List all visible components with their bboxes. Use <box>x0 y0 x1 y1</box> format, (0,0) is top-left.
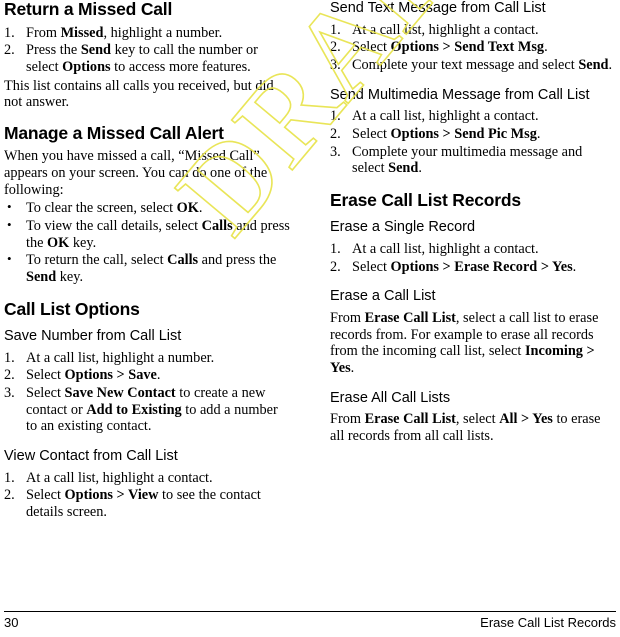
list-item: 2. Select Options > Save. <box>4 367 292 384</box>
list-item: 1. At a call list, highlight a number. <box>4 350 292 367</box>
step-number: 1. <box>330 108 341 125</box>
subheading-erase-a-single-record: Erase a Single Record <box>330 219 476 236</box>
steps-view-contact: 1. At a call list, highlight a contact. 2… <box>4 470 292 521</box>
paragraph-missed-call-alert: When you have missed a call, “Missed Cal… <box>4 148 268 198</box>
list-item: • To view the call details, select Calls … <box>4 216 292 251</box>
step-text: Select Save New Contact to create a new … <box>26 385 278 435</box>
step-text: Select Options > View to see the contact… <box>26 487 261 520</box>
step-number: 1. <box>330 21 341 38</box>
step-number: 1. <box>4 24 15 41</box>
page-footer: 30 Erase Call List Records <box>0 611 620 637</box>
list-item: 2. Press the Send key to call the number … <box>4 42 292 75</box>
section-heading-manage-missed-call-alert: Manage a Missed Call Alert <box>4 122 224 143</box>
subheading-send-text-message-from-call-list: Send Text Message from Call List <box>330 0 546 16</box>
step-text: Complete your text message and select Se… <box>352 56 613 73</box>
manual-page: Return a Missed Call 1. From Missed, high… <box>0 0 620 637</box>
subheading-erase-all-call-lists: Erase All Call Lists <box>330 389 451 406</box>
section-heading-call-list-options: Call List Options <box>4 298 140 319</box>
list-item: 2. Select Options > View to see the conta… <box>4 487 292 520</box>
step-number: 2. <box>4 487 15 504</box>
list-item: 1. At a call list, highlight a contact. <box>4 470 292 487</box>
step-number: 1. <box>4 469 15 486</box>
list-item: 2. Select Options > Send Pic Msg. <box>330 126 618 143</box>
step-number: 3. <box>330 56 341 73</box>
steps-return-missed-call: 1. From Missed, highlight a number. 2. Pre… <box>4 25 292 76</box>
step-text: Complete your multimedia message and sel… <box>352 143 583 177</box>
list-item: 2. Select Options > Send Text Msg. <box>330 39 618 56</box>
subheading-save-number-from-call-list: Save Number from Call List <box>4 328 182 345</box>
subheading-view-contact-from-call-list: View Contact from Call List <box>4 447 178 464</box>
footer-divider <box>4 611 616 612</box>
right-column: Send Text Message from Call List 1. At a … <box>330 0 618 447</box>
bullet-icon: • <box>7 199 12 215</box>
step-number: 2. <box>4 42 15 59</box>
steps-save-number: 1. At a call list, highlight a number. 2.… <box>4 350 292 435</box>
list-item: 1. At a call list, highlight a contact. <box>330 241 618 258</box>
list-item: 1. At a call list, highlight a contact. <box>330 108 618 125</box>
step-text: Select Options > Send Text Msg. <box>352 39 548 56</box>
bullets-missed-call-options: • To clear the screen, select OK. • To vie… <box>4 199 292 285</box>
subheading-send-multimedia-message-from-call-list: Send Multimedia Message from Call List <box>330 86 590 103</box>
step-text: At a call list, highlight a contact. <box>352 241 539 258</box>
steps-send-text-message: 1. At a call list, highlight a contact. 2… <box>330 22 618 74</box>
list-item: • To return the call, select Calls and pr… <box>4 251 292 285</box>
step-number: 1. <box>330 241 341 258</box>
step-text: From Missed, highlight a number. <box>26 24 223 41</box>
step-text: At a call list, highlight a contact. <box>352 21 539 38</box>
bullet-icon: • <box>7 251 12 267</box>
list-item: 3. Complete your multimedia message and s… <box>330 144 618 177</box>
list-item: 1. At a call list, highlight a contact. <box>330 22 618 39</box>
paragraph-erase-a-call-list: From Erase Call List, select a call list… <box>330 310 599 376</box>
step-number: 1. <box>4 349 15 366</box>
bullet-text: To return the call, select Calls and pre… <box>26 252 277 285</box>
steps-erase-single-record: 1. At a call list, highlight a contact. 2… <box>330 241 618 275</box>
bullet-icon: • <box>7 216 12 232</box>
steps-send-multimedia-message: 1. At a call list, highlight a contact. 2… <box>330 108 618 177</box>
section-heading-erase-call-list-records: Erase Call List Records <box>330 189 521 210</box>
step-text: At a call list, highlight a contact. <box>352 108 539 125</box>
list-item: 1. From Missed, highlight a number. <box>4 25 292 42</box>
step-number: 3. <box>4 385 15 402</box>
paragraph-erase-all-call-lists: From Erase Call List, select All > Yes t… <box>330 411 601 444</box>
list-item: • To clear the screen, select OK. <box>4 199 292 217</box>
step-text: Select Options > Save. <box>26 367 161 384</box>
subheading-erase-a-call-list: Erase a Call List <box>330 288 436 305</box>
step-text: At a call list, highlight a number. <box>26 349 215 366</box>
bullet-text: To clear the screen, select OK. <box>26 200 203 217</box>
left-column: Return a Missed Call 1. From Missed, high… <box>4 0 292 523</box>
step-text: Select Options > Send Pic Msg. <box>352 125 541 142</box>
bullet-text: To view the call details, select Calls a… <box>26 217 290 251</box>
list-item: 3. Complete your text message and select … <box>330 57 618 74</box>
section-heading-return-missed-call: Return a Missed Call <box>4 0 173 19</box>
step-text: At a call list, highlight a contact. <box>26 469 213 486</box>
step-text: Press the Send key to call the number or… <box>26 42 258 75</box>
step-number: 2. <box>330 39 341 56</box>
list-item: 2. Select Options > Erase Record > Yes. <box>330 259 618 276</box>
step-number: 3. <box>330 143 341 160</box>
step-number: 2. <box>330 258 341 275</box>
footer-running-head: Erase Call List Records <box>480 615 616 630</box>
paragraph-missed-list-info: This list contains all calls you receive… <box>4 77 274 111</box>
page-number: 30 <box>4 615 19 630</box>
list-item: 3. Select Save New Contact to create a ne… <box>4 385 292 435</box>
step-number: 2. <box>330 125 341 142</box>
step-text: Select Options > Erase Record > Yes. <box>352 258 577 275</box>
step-number: 2. <box>4 367 15 384</box>
